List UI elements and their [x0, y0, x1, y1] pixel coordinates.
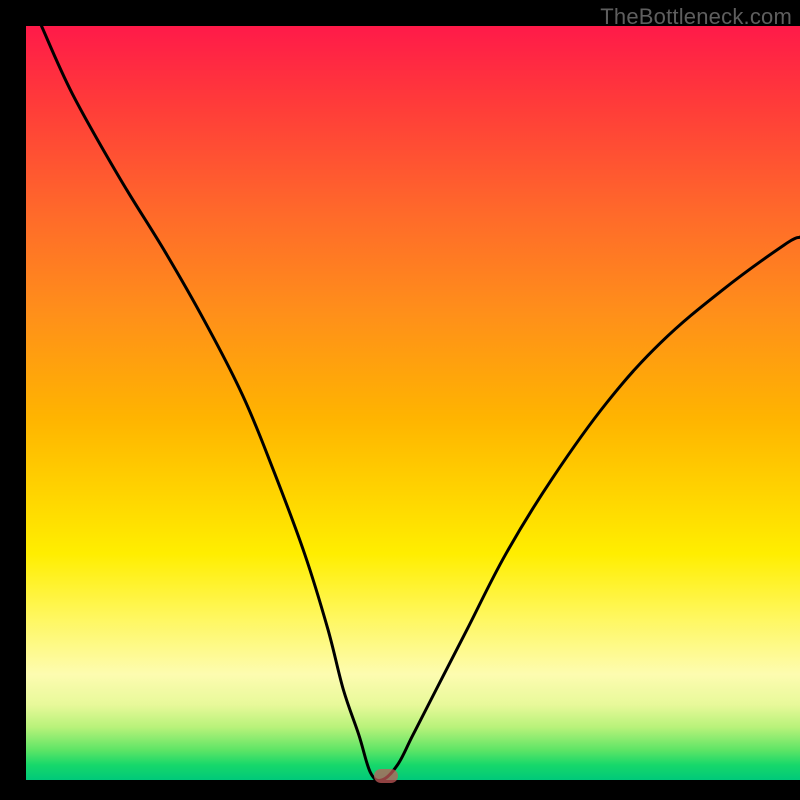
bottleneck-curve-path — [42, 26, 800, 780]
chart-frame: TheBottleneck.com — [26, 0, 800, 780]
curve-svg — [26, 26, 800, 780]
min-marker — [374, 769, 398, 783]
plot-area — [26, 26, 800, 780]
